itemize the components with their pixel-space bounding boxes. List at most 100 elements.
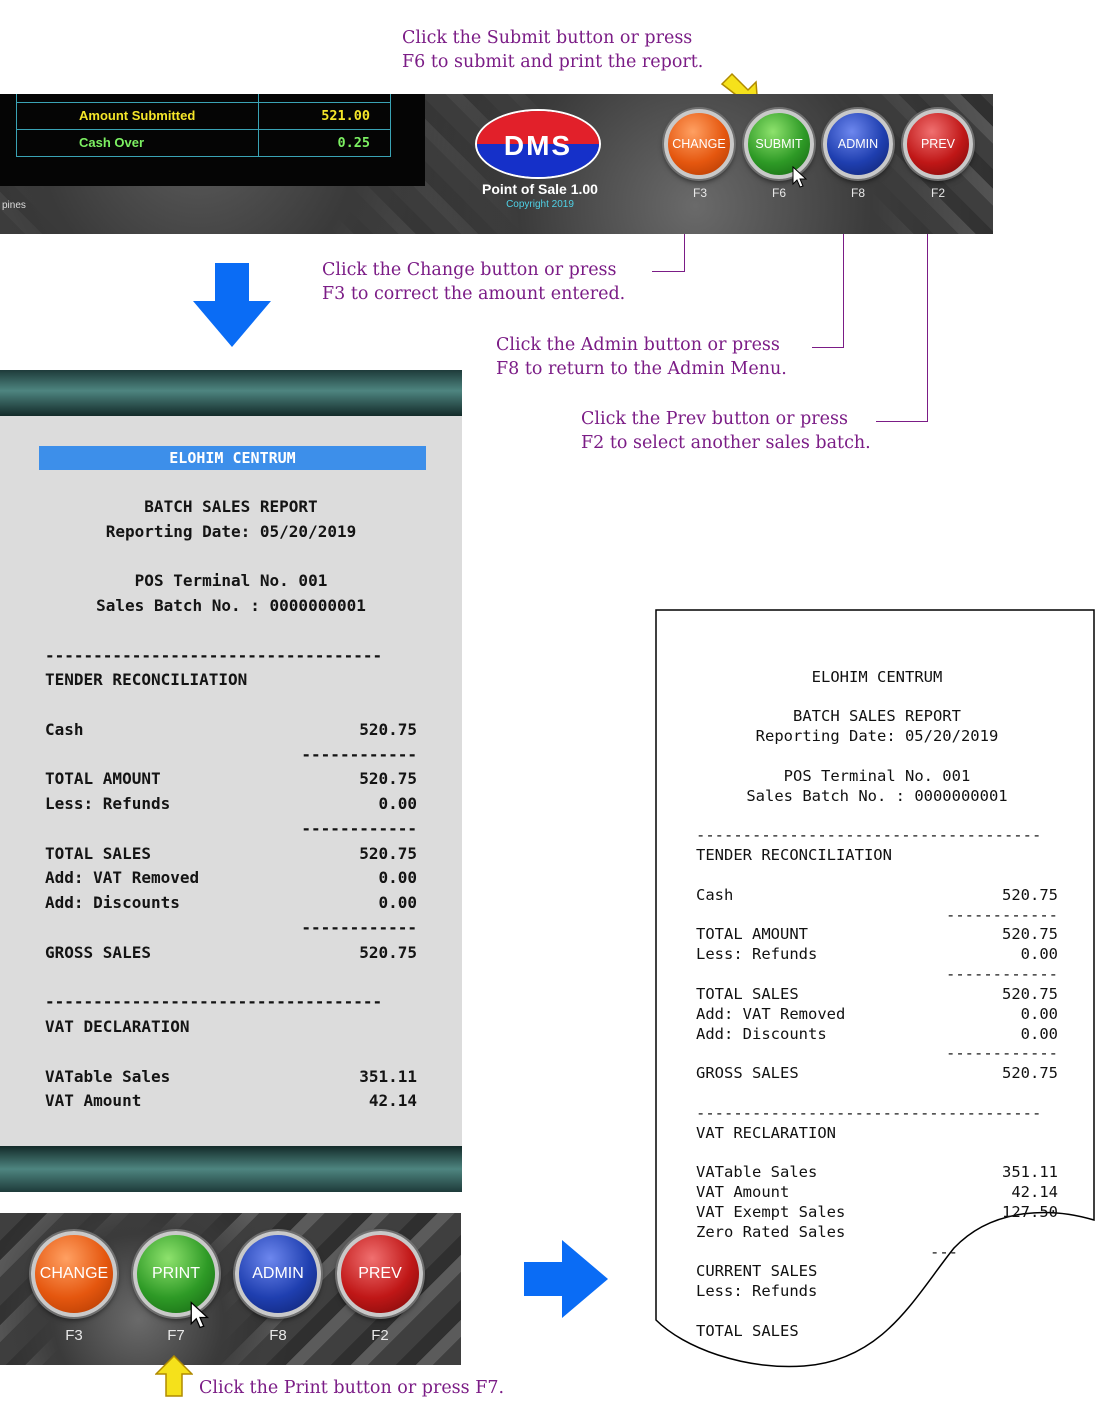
receipt-total-amount-value: 520.75 bbox=[1002, 925, 1058, 943]
change-button[interactable]: CHANGE bbox=[31, 1231, 117, 1317]
vat-amount-row: VAT Amount 42.14 bbox=[45, 1089, 417, 1114]
change-button[interactable]: CHANGE bbox=[664, 109, 734, 179]
prev-callout: Click the Prev button or press F2 to sel… bbox=[581, 409, 871, 453]
arrow-down-icon bbox=[193, 263, 271, 347]
receipt-discounts-value: 0.00 bbox=[1020, 1025, 1058, 1043]
receipt-cash-value: 520.75 bbox=[1002, 886, 1058, 904]
receipt-subtotal-divider: ------------ bbox=[946, 906, 1058, 924]
amount-summary-table: Amount Submitted 521.00 Cash Over 0.25 bbox=[16, 94, 391, 157]
receipt-total-sales2-label: TOTAL SALES bbox=[696, 1322, 799, 1340]
admin-callout: Click the Admin button or press F8 to re… bbox=[496, 335, 787, 379]
receipt-total-sales-label: TOTAL SALES bbox=[696, 985, 799, 1003]
receipt-store: ELOHIM CENTRUM bbox=[811, 668, 943, 686]
subtotal-divider: ------------ bbox=[301, 918, 417, 937]
print-button-label: PRINT bbox=[152, 1265, 200, 1282]
refunds-label: Less: Refunds bbox=[45, 794, 171, 813]
prev-button[interactable]: PREV bbox=[903, 109, 973, 179]
vatable-sales-label: VATable Sales bbox=[45, 1067, 171, 1086]
receipt-vat-removed-label: Add: VAT Removed bbox=[696, 1005, 846, 1023]
receipt-gross-sales-value: 520.75 bbox=[1002, 1064, 1058, 1082]
receipt-vat-amount-label: VAT Amount bbox=[696, 1183, 790, 1201]
change-connector bbox=[652, 271, 684, 272]
prev-connector bbox=[876, 421, 928, 422]
admin-key: F8 bbox=[850, 186, 865, 200]
mouse-cursor-icon bbox=[792, 166, 808, 188]
prev-button-label: PREV bbox=[358, 1265, 402, 1282]
receipt-vat-header: VAT RECLARATION bbox=[696, 1124, 836, 1142]
discounts-row: Add: Discounts 0.00 bbox=[45, 891, 417, 916]
receipt-vatable-row: VATable Sales 351.11 bbox=[696, 1163, 1058, 1183]
vat-header: VAT DECLARATION bbox=[45, 1017, 190, 1036]
receipt-total-sales-row: TOTAL SALES 520.75 bbox=[696, 985, 1058, 1005]
tender-header: TENDER RECONCILIATION bbox=[45, 670, 248, 689]
receipt-total-amount-label: TOTAL AMOUNT bbox=[696, 925, 808, 943]
total-sales-value: 520.75 bbox=[359, 844, 417, 863]
vat-amount-value: 42.14 bbox=[368, 1091, 417, 1110]
bottom-toolbar: CHANGE F3 PRINT F7 ADMIN F8 PREV F2 bbox=[0, 1213, 461, 1365]
divider: ----------------------------------- bbox=[45, 992, 383, 1011]
admin-key: F8 bbox=[269, 1327, 287, 1344]
amount-submitted-row: Amount Submitted 521.00 bbox=[16, 101, 391, 130]
screen-bottom-band bbox=[0, 1146, 462, 1192]
receipt-gross-sales-label: GROSS SALES bbox=[696, 1064, 799, 1082]
discounts-value: 0.00 bbox=[378, 893, 417, 912]
receipt-vatable-label: VATable Sales bbox=[696, 1163, 818, 1181]
print-pointer-arrow-icon bbox=[155, 1355, 193, 1397]
receipt-refunds-label: Less: Refunds bbox=[696, 945, 818, 963]
receipt-title: BATCH SALES REPORT bbox=[793, 707, 961, 725]
report-screen: ELOHIM CENTRUM BATCH SALES REPORT Report… bbox=[0, 370, 462, 1192]
vat-removed-value: 0.00 bbox=[378, 868, 417, 887]
receipt-cash-row: Cash 520.75 bbox=[696, 886, 1058, 906]
subtotal-divider: ------------ bbox=[301, 745, 417, 764]
submit-button-label: SUBMIT bbox=[755, 137, 803, 151]
change-callout: Click the Change button or press F3 to c… bbox=[322, 260, 626, 304]
receipt-total-amount-row: TOTAL AMOUNT 520.75 bbox=[696, 925, 1058, 945]
receipt-divider: ------------------------------------- bbox=[696, 826, 1042, 844]
receipt-subtotal-divider: ------------ bbox=[946, 1044, 1058, 1062]
print-key: F7 bbox=[167, 1327, 185, 1344]
change-key: F3 bbox=[65, 1327, 83, 1344]
admin-button-label: ADMIN bbox=[252, 1265, 304, 1282]
admin-button[interactable]: ADMIN bbox=[235, 1231, 321, 1317]
receipt-divider: ------------------------------------- bbox=[696, 1104, 1042, 1122]
receipt-cash-label: Cash bbox=[696, 886, 734, 904]
divider: ----------------------------------- bbox=[45, 646, 383, 665]
receipt-vat-amount-value: 42.14 bbox=[1011, 1183, 1058, 1201]
receipt-subtotal-divider: ------------ bbox=[946, 965, 1058, 983]
cash-over-label: Cash Over bbox=[16, 128, 259, 157]
receipt-vat-exempt-row: VAT Exempt Sales 127.50 bbox=[696, 1203, 1058, 1223]
receipt-zero-rated-label: Zero Rated Sales bbox=[696, 1223, 846, 1241]
prev-button-label: PREV bbox=[920, 137, 956, 151]
print-callout: Click the Print button or press F7. bbox=[199, 1378, 505, 1398]
total-amount-label: TOTAL AMOUNT bbox=[45, 769, 161, 788]
cash-label: Cash bbox=[45, 720, 84, 739]
dms-logo: DMS bbox=[475, 109, 601, 179]
admin-button-label: ADMIN bbox=[837, 137, 879, 151]
amount-submitted-value: 521.00 bbox=[258, 101, 391, 130]
receipt-partial-divider: --- bbox=[930, 1243, 958, 1261]
receipt-vat-removed-row: Add: VAT Removed 0.00 bbox=[696, 1005, 1058, 1025]
vat-removed-row: Add: VAT Removed 0.00 bbox=[45, 866, 417, 891]
cash-value: 520.75 bbox=[359, 720, 417, 739]
cash-over-row: Cash Over 0.25 bbox=[16, 128, 391, 157]
admin-button[interactable]: ADMIN bbox=[823, 109, 893, 179]
change-button-label: CHANGE bbox=[39, 1265, 109, 1282]
amount-summary-panel: Amount Submitted 521.00 Cash Over 0.25 bbox=[0, 94, 425, 186]
prev-key: F2 bbox=[371, 1327, 389, 1344]
receipt-vat-exempt-label: VAT Exempt Sales bbox=[696, 1203, 846, 1221]
mouse-cursor-icon bbox=[190, 1301, 210, 1329]
refunds-value: 0.00 bbox=[378, 794, 417, 813]
total-sales-row: TOTAL SALES 520.75 bbox=[45, 842, 417, 867]
arrow-right-icon bbox=[524, 1240, 608, 1318]
receipt-vat-removed-value: 0.00 bbox=[1020, 1005, 1058, 1023]
change-button-label: CHANGE bbox=[672, 137, 726, 151]
prev-button[interactable]: PREV bbox=[337, 1231, 423, 1317]
receipt-vatable-value: 351.11 bbox=[1002, 1163, 1058, 1181]
receipt-refunds2-label: Less: Refunds bbox=[696, 1282, 818, 1300]
vat-amount-label: VAT Amount bbox=[45, 1091, 142, 1110]
subtotal-divider: ------------ bbox=[301, 819, 417, 838]
cash-row: Cash 520.75 bbox=[45, 718, 417, 743]
receipt-gross-sales-row: GROSS SALES 520.75 bbox=[696, 1064, 1058, 1084]
gross-sales-row: GROSS SALES 520.75 bbox=[45, 941, 417, 966]
refunds-row: Less: Refunds 0.00 bbox=[45, 792, 417, 817]
